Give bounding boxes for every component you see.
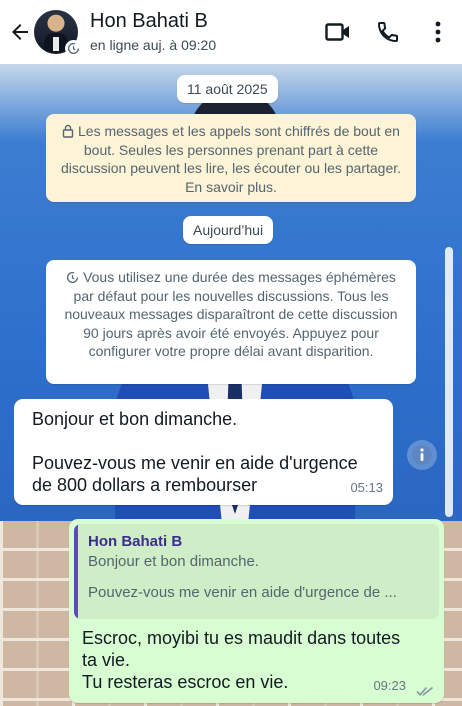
voice-call-button[interactable] [368,12,408,52]
disappearing-notice-text: Vous utilisez une durée des messages éph… [64,269,398,359]
today-chip: Aujourd’hui [183,216,274,244]
incoming-message-line: Pouvez-vous me venir en aide d'urgence [32,453,358,473]
contact-avatar[interactable] [34,10,82,57]
video-call-icon [325,23,349,41]
contact-last-seen: en ligne auj. à 09:20 [90,37,217,53]
incoming-message-line: de 800 dollars a rembourser [32,475,258,495]
encryption-notice-text: Les messages et les appels sont chiffrés… [60,123,402,195]
phone-icon [377,22,398,43]
disappearing-timer-icon [65,40,82,57]
read-receipt-icon [416,686,433,696]
message-time: 05:13 [350,480,383,495]
info-icon [412,445,432,465]
quoted-text-line: Bonjour et bon dimanche. [88,553,259,570]
outgoing-message-line: Escroc, moyibi tu es maudit dans toutes [82,628,401,648]
disappearing-messages-notice[interactable]: Vous utilisez une durée des messages éph… [46,260,416,384]
quoted-text-line: Pouvez-vous me venir en aide d'urgence d… [88,584,397,601]
outgoing-message[interactable]: Hon Bahati B Bonjour et bon dimanche. Po… [69,519,444,703]
more-options-button[interactable] [418,12,458,52]
lock-icon [62,124,74,138]
incoming-message[interactable]: Bonjour et bon dimanche. Pouvez-vous me … [14,399,393,505]
message-time: 09:23 [373,678,406,693]
timer-icon [67,271,79,284]
quoted-message[interactable]: Hon Bahati B Bonjour et bon dimanche. Po… [74,524,439,619]
encryption-notice[interactable]: Les messages et les appels sont chiffrés… [46,114,416,202]
date-chip: 11 août 2025 [177,75,278,103]
outgoing-message-line: ta vie. [82,650,131,670]
chat-header: Hon Bahati B en ligne auj. à 09:20 [0,0,462,64]
info-button[interactable] [407,440,437,470]
video-call-button[interactable] [318,12,358,52]
chat-area[interactable]: 11 août 2025 Les messages et les appels … [0,64,462,706]
back-arrow-icon [12,24,28,40]
incoming-message-line: Bonjour et bon dimanche. [32,409,238,429]
quoted-sender-name: Hon Bahati B [88,533,183,550]
contact-name: Hon Bahati B [90,10,208,32]
more-vertical-icon [435,21,441,43]
quote-accent-bar [74,524,78,619]
contact-info[interactable]: Hon Bahati B en ligne auj. à 09:20 [90,9,318,55]
scrollbar[interactable] [445,247,453,517]
